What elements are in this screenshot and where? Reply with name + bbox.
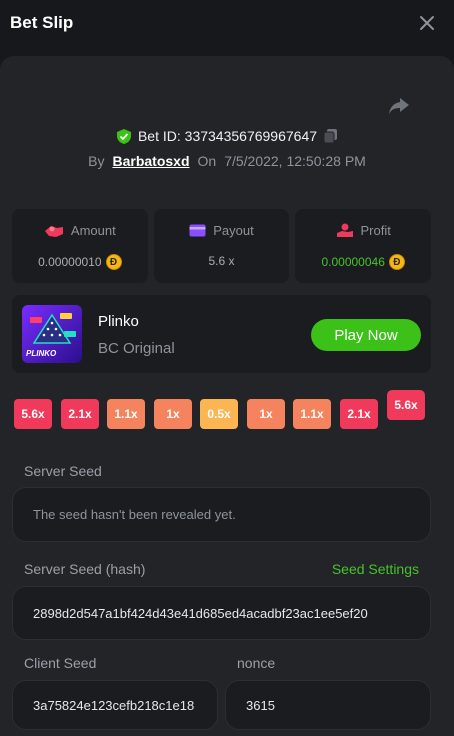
amount-icon <box>44 225 63 237</box>
server-seed-field: The seed hasn't been revealed yet. <box>12 487 431 542</box>
copy-icon[interactable] <box>323 128 338 144</box>
nonce-label: nonce <box>237 655 276 671</box>
profit-icon <box>336 223 353 237</box>
game-card: PLINKO Plinko BC Original Play Now <box>12 295 431 373</box>
plinko-thumbnail[interactable]: PLINKO <box>22 305 82 363</box>
multiplier-box: 1x <box>154 399 192 429</box>
multiplier-box: 0.5x <box>200 399 238 429</box>
bet-stats: Amount 0.00000010 Ð Payout 5.6 x Profit <box>12 209 432 283</box>
multiplier-box: 1.1x <box>293 399 331 429</box>
verified-shield-icon <box>116 128 131 144</box>
multiplier-box: 5.6x <box>387 390 425 420</box>
nonce-value: 3615 <box>246 697 275 713</box>
thumb-text: PLINKO <box>26 349 57 358</box>
game-name: Plinko <box>98 313 139 330</box>
server-seed-hash-label: Server Seed (hash) <box>24 561 146 577</box>
by-label: By <box>88 153 105 169</box>
play-now-button[interactable]: Play Now <box>311 319 421 351</box>
coin-icon: Ð <box>388 254 405 270</box>
share-icon[interactable] <box>388 96 410 116</box>
bet-id-row: Bet ID: 33734356769967647 <box>0 126 454 146</box>
multiplier-box: 1.1x <box>107 399 145 429</box>
payout-card-icon <box>189 224 206 237</box>
server-seed-hash-value: 2898d2d547a1bf424d43e41d685ed4acadbf23ac… <box>33 605 368 621</box>
bet-datetime: 7/5/2022, 12:50:28 PM <box>224 153 366 169</box>
server-seed-value: The seed hasn't been revealed yet. <box>33 507 236 522</box>
stat-amount: Amount 0.00000010 Ð <box>12 209 148 283</box>
multiplier-box: 2.1x <box>61 399 99 429</box>
profit-label: Profit <box>360 223 391 238</box>
multiplier-box: 1x <box>247 399 285 429</box>
client-seed-value: 3a75824e123cefb218c1e18 <box>33 697 195 713</box>
bet-meta-row: By Barbatosxd On 7/5/2022, 12:50:28 PM <box>0 151 454 171</box>
server-seed-label: Server Seed <box>24 463 102 479</box>
close-icon[interactable] <box>418 14 436 32</box>
server-seed-hash-field[interactable]: 2898d2d547a1bf424d43e41d685ed4acadbf23ac… <box>12 586 431 640</box>
game-subtitle: BC Original <box>98 340 175 357</box>
profit-value: 0.00000046 <box>321 255 385 269</box>
on-label: On <box>197 153 217 169</box>
header: Bet Slip <box>0 0 454 50</box>
payout-label: Payout <box>213 223 254 238</box>
multiplier-box: 2.1x <box>340 399 378 429</box>
multiplier-box: 5.6x <box>14 399 52 429</box>
amount-value: 0.00000010 <box>38 255 102 269</box>
client-seed-label: Client Seed <box>24 655 97 671</box>
nonce-field[interactable]: 3615 <box>225 680 431 730</box>
amount-label: Amount <box>70 223 116 238</box>
coin-icon: Ð <box>105 254 122 270</box>
payout-value: 5.6 x <box>208 254 235 268</box>
seed-settings-link[interactable]: Seed Settings <box>332 561 419 577</box>
stat-profit: Profit 0.00000046 Ð <box>295 209 432 283</box>
bet-id: Bet ID: 33734356769967647 <box>137 128 318 144</box>
username-link[interactable]: Barbatosxd <box>112 153 189 169</box>
stat-payout: Payout 5.6 x <box>153 209 290 283</box>
client-seed-field[interactable]: 3a75824e123cefb218c1e18 <box>12 680 218 730</box>
page-title: Bet Slip <box>10 13 74 32</box>
multiplier-row: 5.6x 2.1x 1.1x 1x 0.5x 1x 1.1x 2.1x 5.6x <box>14 390 434 431</box>
